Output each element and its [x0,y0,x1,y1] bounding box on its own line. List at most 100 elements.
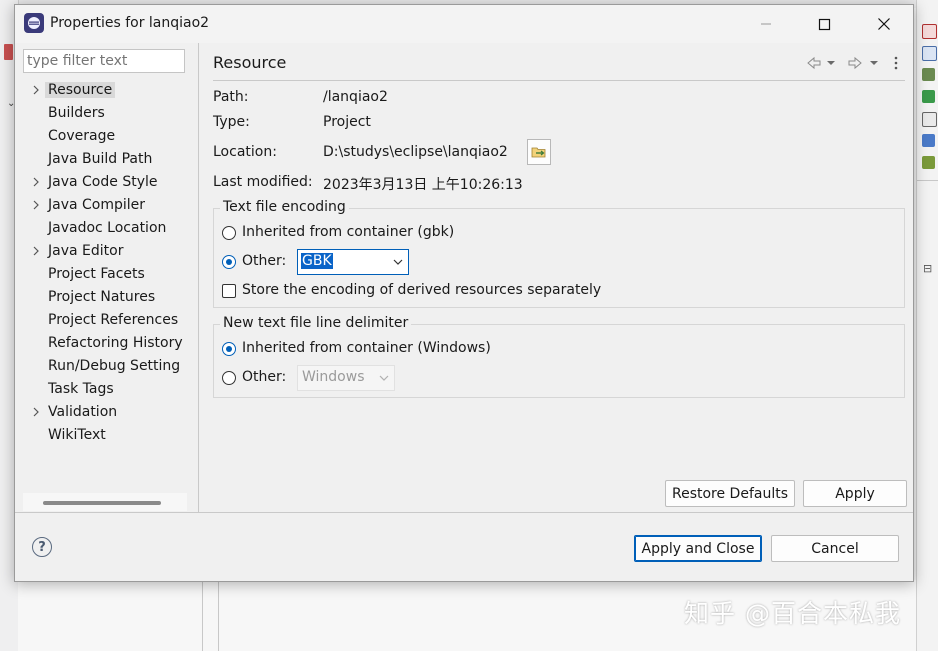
close-button[interactable] [855,5,913,43]
package-icon[interactable] [922,90,935,103]
tree-item-label: Coverage [48,128,116,144]
encoding-inherited-radio[interactable] [222,226,236,240]
chevron-right-icon[interactable] [31,245,41,257]
properties-dialog: Properties for lanqiao2 Resource Builders… [14,4,914,582]
minimize-icon[interactable]: ⊟ [923,262,932,275]
filter-input[interactable] [23,49,185,73]
delimiter-other-radio[interactable] [222,371,236,385]
encoding-select[interactable]: GBK [297,249,409,275]
tree-item-label: Java Compiler [48,197,146,213]
text-encoding-group-title: Text file encoding [220,199,349,215]
chevron-right-icon[interactable] [31,199,41,211]
tree-item-resource[interactable]: Resource [15,80,197,102]
console-icon[interactable] [922,112,937,127]
modified-value: 2023年3月13日 上午10:26:13 [323,177,523,193]
delimiter-inherited-label[interactable]: Inherited from container (Windows) [242,340,491,356]
chevron-right-icon[interactable] [31,406,41,418]
maximize-button[interactable] [795,5,853,43]
eclipse-app-icon [24,13,44,33]
delimiter-other-label[interactable]: Other: [242,369,286,385]
tree-item-label: Resource [45,82,116,98]
tree-item-label: Javadoc Location [48,220,167,236]
tree-item-task-tags[interactable]: Task Tags [15,379,197,401]
tree-item-javadoc-location[interactable]: Javadoc Location [15,218,197,240]
delimiter-select[interactable]: Windows [297,365,395,391]
tree-item-label: Refactoring History [48,335,183,351]
page-navigation [805,55,905,71]
store-derived-encoding-label[interactable]: Store the encoding of derived resources … [242,282,601,298]
back-menu-chevron-icon[interactable] [827,61,835,65]
panel-divider[interactable] [198,43,199,513]
tree-item-java-compiler[interactable]: Java Compiler [15,195,197,217]
error-marker-icon [4,44,13,60]
line-delimiter-group: New text file line delimiter Inherited f… [213,315,905,398]
chevron-down-icon [393,259,403,265]
tree-item-refactoring-history[interactable]: Refactoring History [15,333,197,355]
tree-item-label: Run/Debug Setting [48,358,181,374]
type-value: Project [323,114,371,130]
cancel-button[interactable]: Cancel [771,535,899,562]
chevron-right-icon[interactable] [31,176,41,188]
location-value: D:\studys\eclipse\lanqiao2 [323,144,508,160]
outline-icon[interactable] [922,46,937,61]
tree-item-label: Project References [48,312,179,328]
text-encoding-group: Text file encoding Inherited from contai… [213,199,905,308]
folder-open-icon [531,147,546,158]
debug-icon[interactable] [922,134,935,147]
help-icon[interactable]: ? [32,537,52,557]
path-value: /lanqiao2 [323,89,388,105]
show-in-explorer-button[interactable] [527,139,551,165]
delimiter-select-value: Windows [302,369,365,385]
title-separator [213,80,905,81]
forward-arrow-icon[interactable] [848,56,862,70]
tree-item-label: Task Tags [48,381,114,397]
task-list-icon[interactable] [922,24,937,39]
tree-item-label: Java Build Path [48,151,153,167]
apply-and-close-button[interactable]: Apply and Close [634,535,762,562]
apply-button[interactable]: Apply [803,480,907,507]
store-derived-encoding-checkbox[interactable] [222,284,236,298]
line-delimiter-group-title: New text file line delimiter [220,315,412,331]
restore-defaults-button[interactable]: Restore Defaults [665,480,795,507]
tree-item-label: Project Natures [48,289,156,305]
hierarchy-icon[interactable] [922,68,935,81]
tree-item-label: Project Facets [48,266,145,282]
modified-label: Last modified: [213,174,313,190]
tree-item-coverage[interactable]: Coverage [15,126,197,148]
tree-item-project-natures[interactable]: Project Natures [15,287,197,309]
encoding-other-label[interactable]: Other: [242,253,286,269]
ide-right-toolbar: ⊟ [916,0,938,651]
tree-item-run-debug-setting[interactable]: Run/Debug Setting [15,356,197,378]
location-label: Location: [213,144,277,160]
path-label: Path: [213,89,249,105]
title-bar[interactable]: Properties for lanqiao2 [15,5,913,43]
tree-item-label: Builders [48,105,105,121]
tree-item-java-build-path[interactable]: Java Build Path [15,149,197,171]
scrollbar-thumb[interactable] [43,501,161,505]
view-menu-icon[interactable] [894,56,898,70]
tree-item-wikitext[interactable]: WikiText [15,425,197,447]
chevron-right-icon[interactable] [31,84,41,96]
minimize-button[interactable] [737,5,795,43]
chevron-down-icon [379,375,389,381]
delimiter-inherited-radio[interactable] [222,342,236,356]
type-label: Type: [213,114,250,130]
tree-item-builders[interactable]: Builders [15,103,197,125]
tree-item-validation[interactable]: Validation [15,402,197,424]
dialog-title: Properties for lanqiao2 [50,15,210,31]
minimize-icon [761,23,771,25]
problems-icon[interactable] [922,156,935,169]
tree-horizontal-scrollbar[interactable] [23,493,187,511]
tree-item-label: Validation [48,404,118,420]
tree-item-project-facets[interactable]: Project Facets [15,264,197,286]
encoding-inherited-label[interactable]: Inherited from container (gbk) [242,224,454,240]
encoding-select-value: GBK [301,253,333,269]
forward-menu-chevron-icon[interactable] [870,61,878,65]
encoding-other-radio[interactable] [222,255,236,269]
tree-item-java-code-style[interactable]: Java Code Style [15,172,197,194]
footer-separator [15,512,913,513]
back-arrow-icon[interactable] [807,56,821,70]
tree-item-project-references[interactable]: Project References [15,310,197,332]
maximize-icon [818,18,830,30]
tree-item-java-editor[interactable]: Java Editor [15,241,197,263]
